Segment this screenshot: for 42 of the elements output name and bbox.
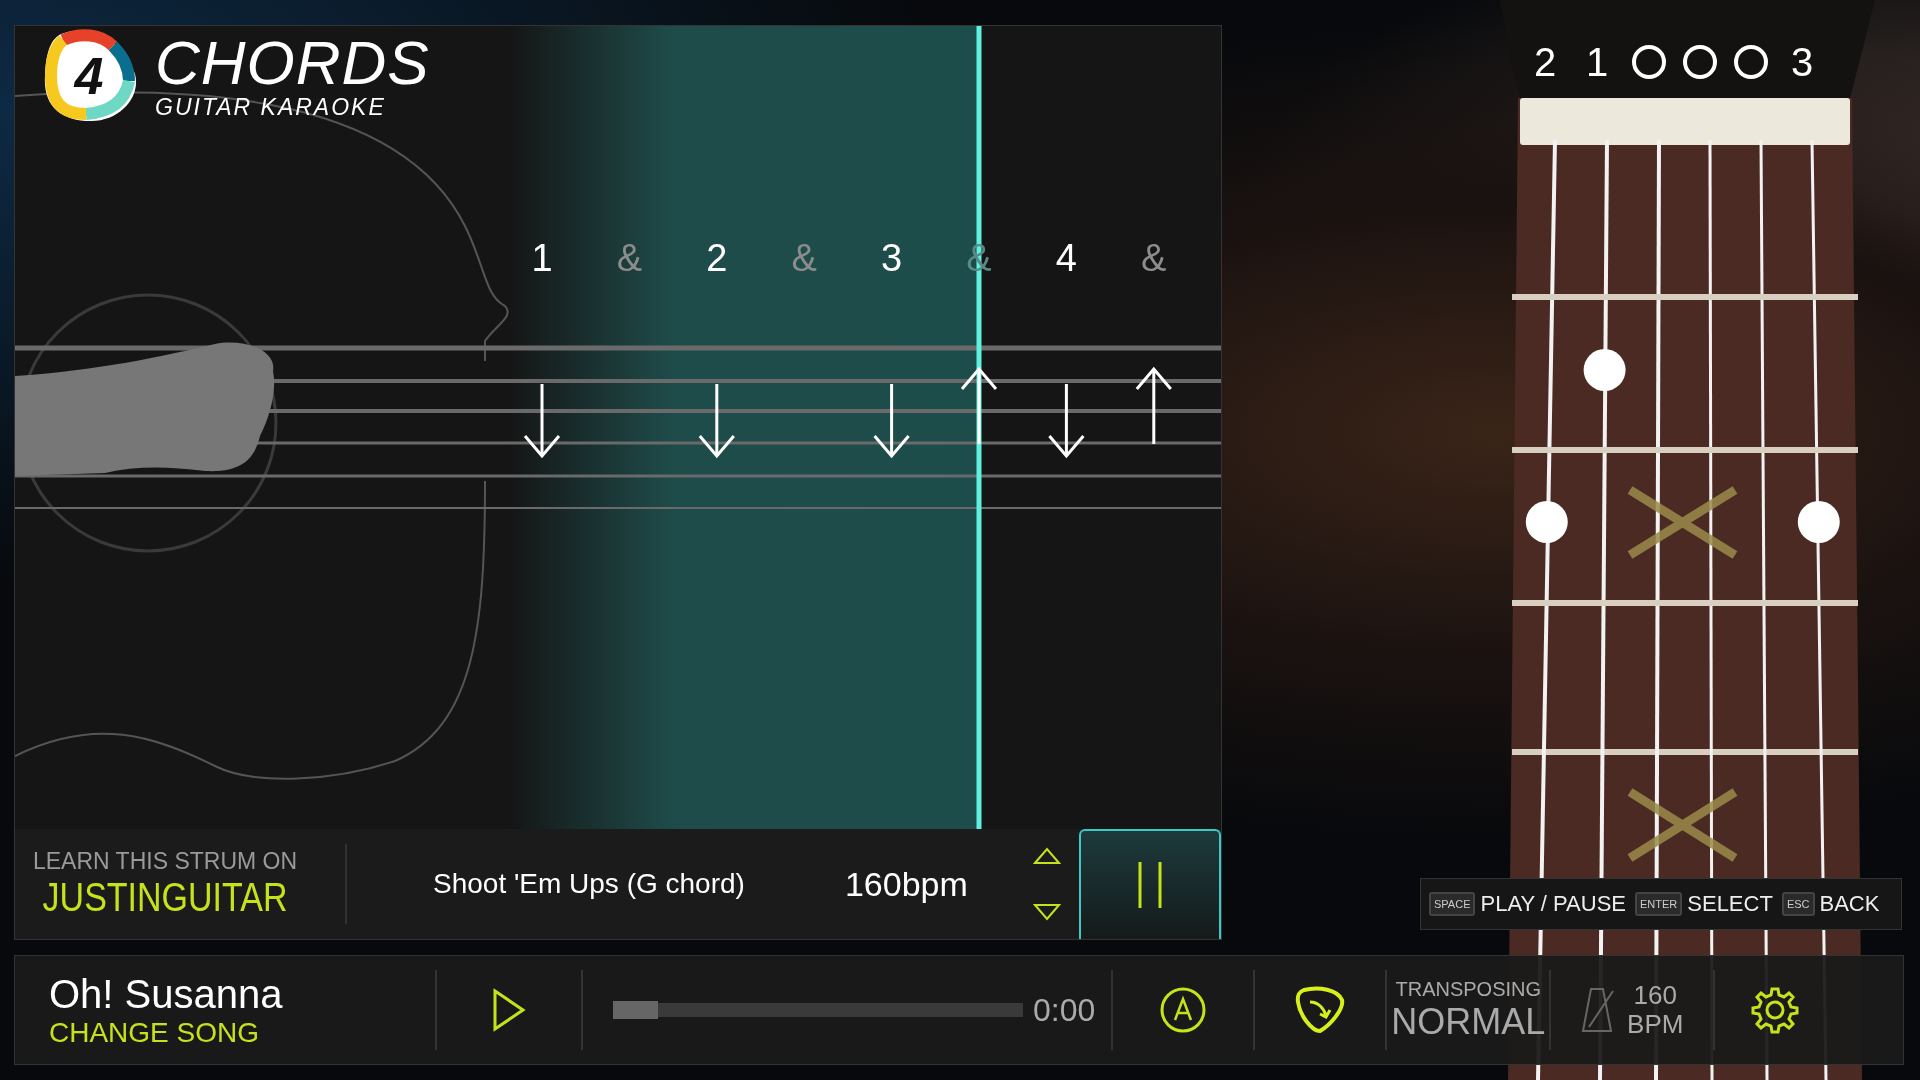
letter-a-circle-icon bbox=[1159, 986, 1208, 1034]
open-string-marker bbox=[1632, 45, 1666, 79]
open-string-marker bbox=[1734, 45, 1768, 79]
source-link[interactable]: JUSTINGUITAR bbox=[42, 875, 288, 920]
key-cap: ESC bbox=[1781, 892, 1815, 916]
elapsed-time: 0:00 bbox=[1033, 991, 1096, 1029]
key-action: BACK bbox=[1819, 891, 1880, 917]
key-action: PLAY / PAUSE bbox=[1480, 891, 1626, 917]
pause-button[interactable] bbox=[1079, 829, 1221, 939]
progress-thumb[interactable] bbox=[613, 1001, 658, 1019]
logo-title: CHORDS bbox=[155, 31, 430, 94]
beat-label: 1 bbox=[531, 237, 553, 279]
lesson-prompt: LEARN THIS STRUM ON bbox=[32, 848, 298, 875]
beat-label: & bbox=[616, 237, 643, 279]
bpm-value: 160 bbox=[1633, 981, 1677, 1010]
tempo-up-icon[interactable] bbox=[1032, 847, 1061, 865]
play-icon bbox=[492, 988, 526, 1032]
transposing-value[interactable]: NORMAL bbox=[1391, 1000, 1546, 1043]
transposing-label: TRANSPOSING bbox=[1395, 977, 1542, 1001]
logo-subtitle: GUITAR KARAOKE bbox=[155, 93, 387, 121]
key-action: SELECT bbox=[1687, 891, 1773, 917]
finger-number: 1 bbox=[1585, 40, 1609, 84]
beat-label: & bbox=[791, 237, 817, 279]
bpm-unit: BPM bbox=[1627, 1010, 1684, 1039]
tempo-down-icon[interactable] bbox=[1032, 903, 1061, 921]
tempo-value: 160bpm bbox=[844, 864, 968, 904]
finger-number: 3 bbox=[1790, 40, 1814, 84]
pause-icon bbox=[1137, 862, 1163, 908]
strum-pattern-name: Shoot 'Em Ups (G chord) bbox=[433, 868, 745, 900]
song-title: Oh! Susanna bbox=[49, 971, 284, 1017]
finger-number: 2 bbox=[1533, 40, 1557, 84]
beat-label: 2 bbox=[706, 237, 728, 279]
change-song-link[interactable]: CHANGE SONG bbox=[49, 1016, 435, 1049]
beat-label: & bbox=[1141, 237, 1167, 279]
key-cap: ENTER bbox=[1635, 892, 1683, 916]
settings-icon bbox=[1751, 986, 1800, 1034]
open-string-marker bbox=[1683, 45, 1717, 79]
key-cap: SPACE bbox=[1429, 892, 1476, 916]
progress-slider[interactable] bbox=[613, 1003, 1023, 1017]
beat-label: 4 bbox=[1055, 237, 1077, 279]
pick-arrow-icon bbox=[1294, 986, 1347, 1034]
beat-label: 3 bbox=[881, 237, 903, 279]
